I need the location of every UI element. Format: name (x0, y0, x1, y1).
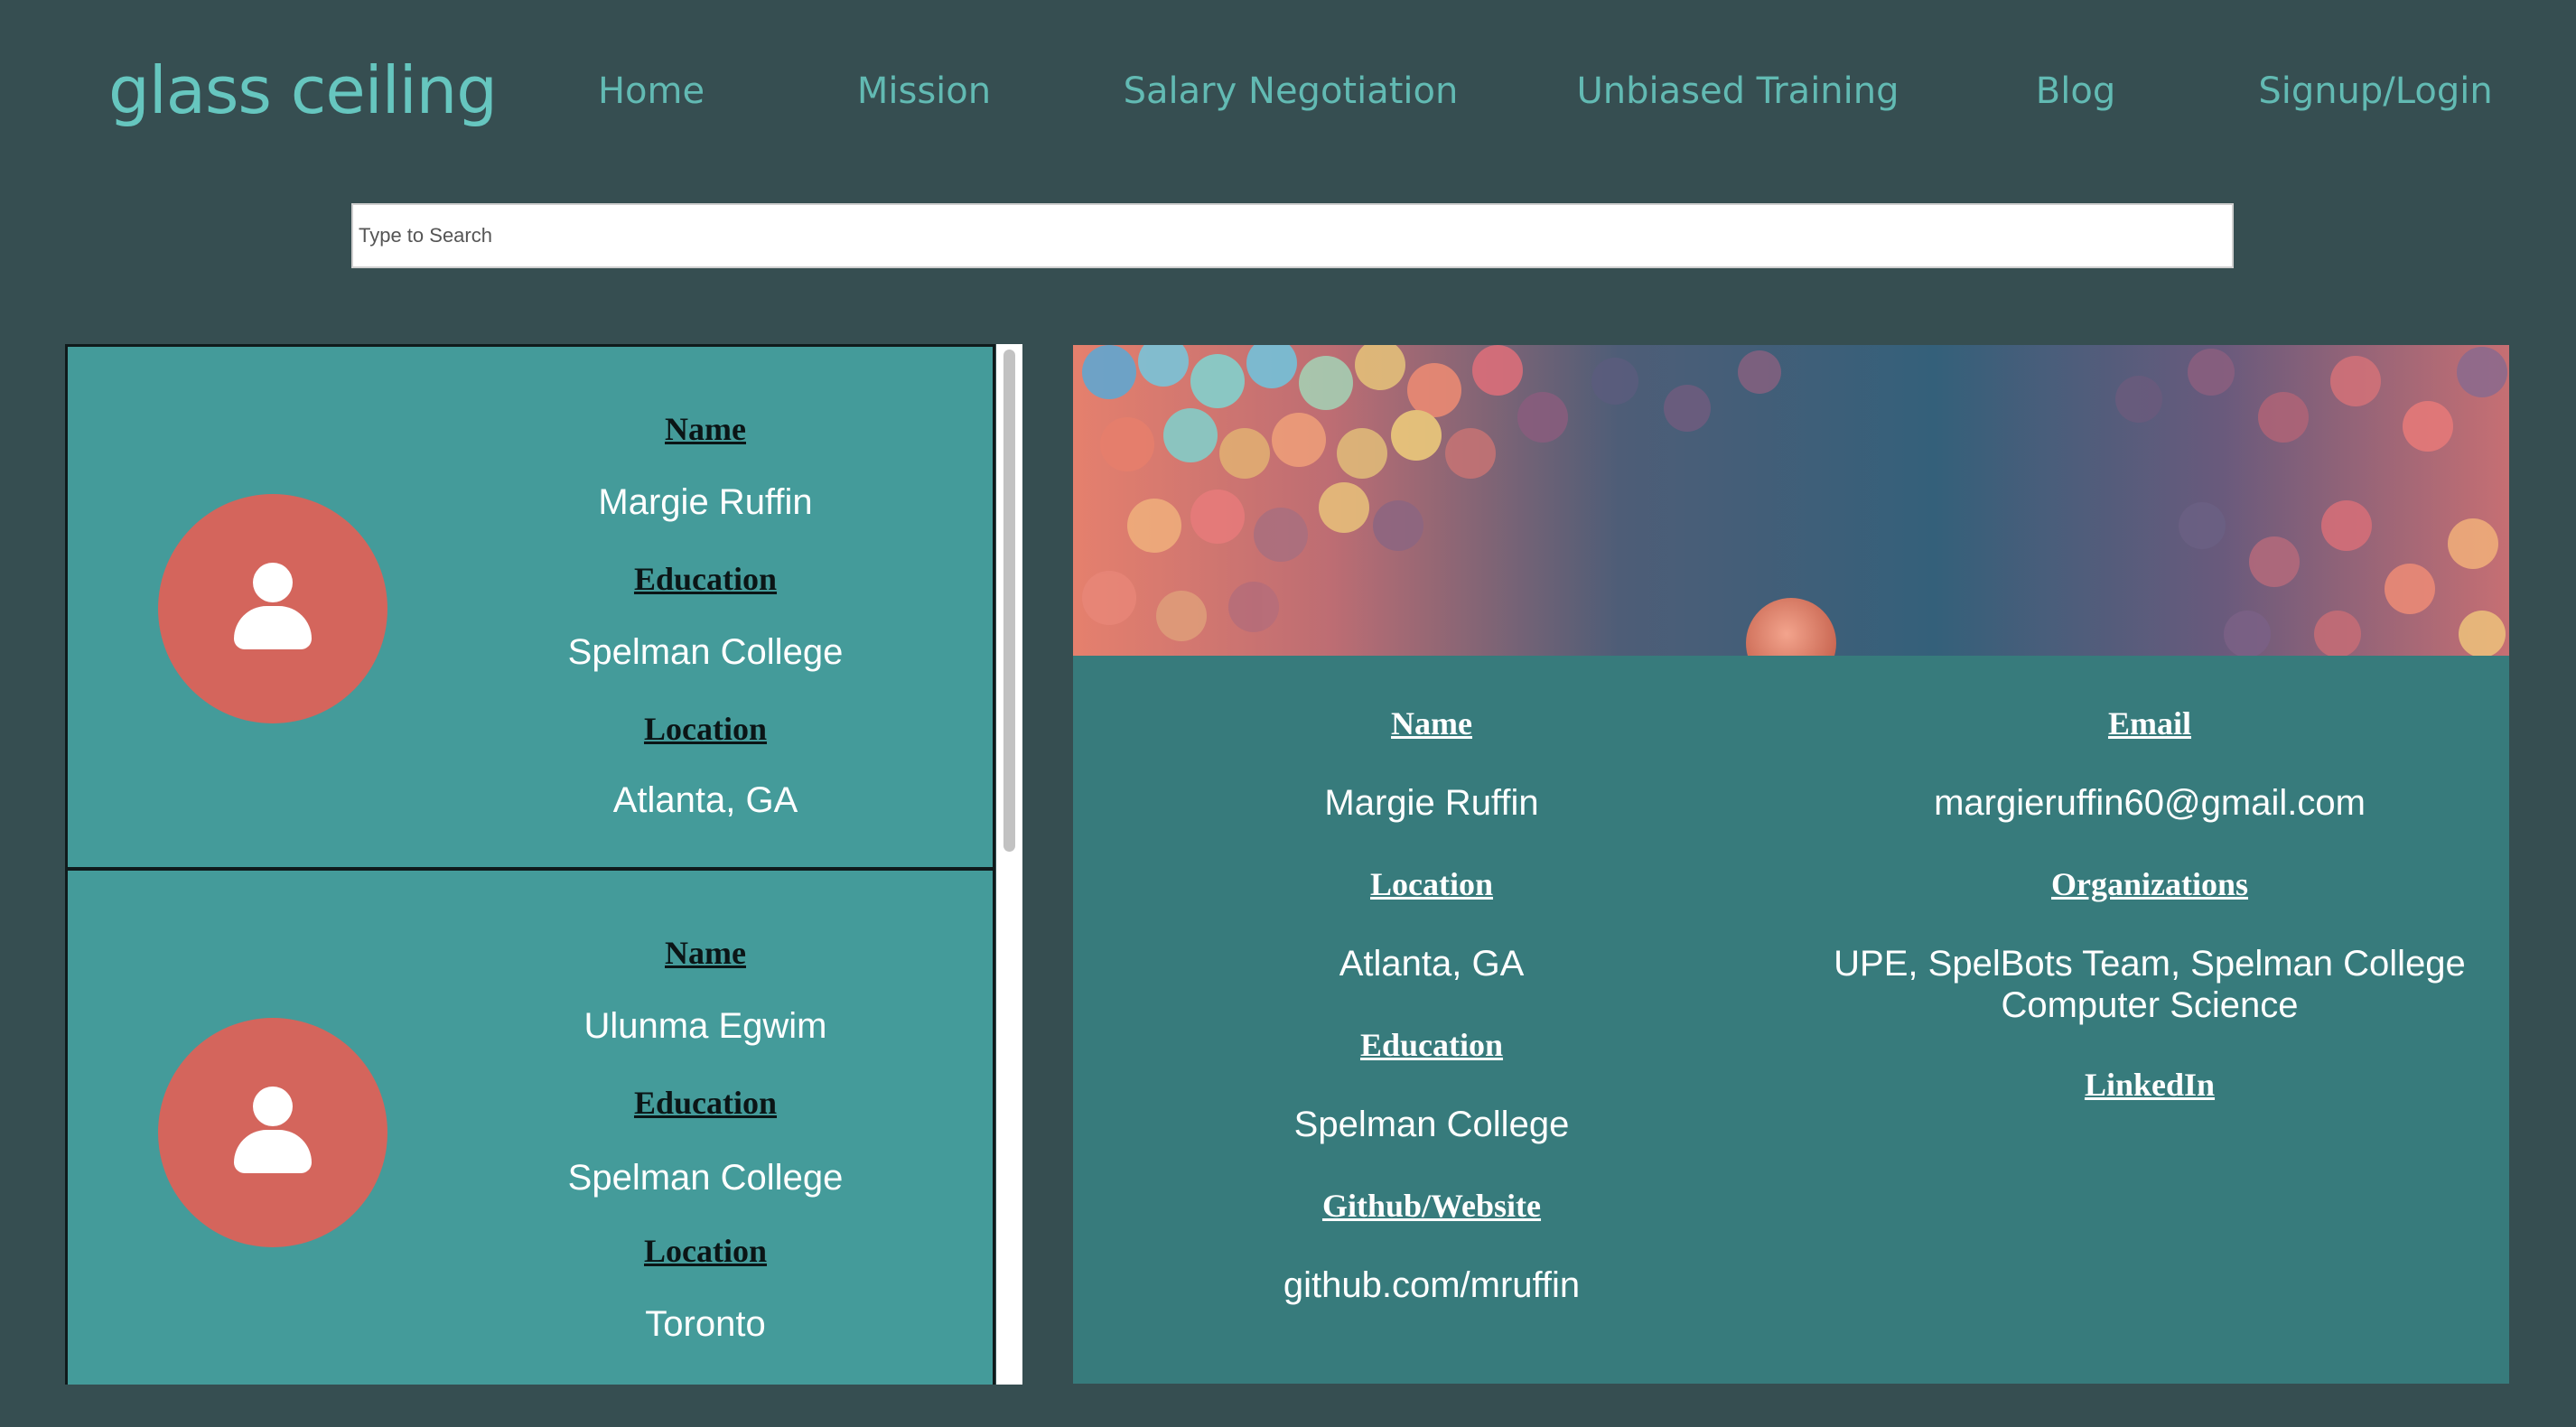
detail-name-label: Name (1391, 705, 1472, 741)
person-icon-head (253, 1087, 293, 1126)
card-education-label: Education (633, 561, 778, 597)
detail-email-value[interactable]: margieruffin60@gmail.com (1934, 782, 2366, 824)
nav-link-home[interactable]: Home (598, 70, 705, 112)
detail-email-label: Email (2107, 705, 2192, 741)
card-name-label: Name (665, 411, 746, 447)
avatar (158, 1018, 387, 1247)
profile-list-scrollbar[interactable] (996, 344, 1022, 1385)
person-icon-head (253, 563, 293, 602)
search-input[interactable] (351, 203, 2234, 268)
card-name-label: Name (665, 935, 746, 971)
nav-link-mission[interactable]: Mission (857, 70, 991, 112)
card-education-value: Spelman College (567, 632, 844, 672)
detail-name-value: Margie Ruffin (1324, 783, 1539, 823)
profile-card[interactable]: Name Ulunma Egwim Education Spelman Coll… (65, 868, 995, 1385)
linkedin-link[interactable]: LinkedIn (2085, 1066, 2215, 1104)
detail-education-label: Education (1359, 1027, 1504, 1063)
nav-link-unbiased-training[interactable]: Unbiased Training (1576, 70, 1899, 112)
site-logo[interactable]: glass ceiling (108, 52, 498, 128)
nav-link-signup-login[interactable]: Signup/Login (2258, 70, 2492, 112)
avatar (158, 494, 387, 723)
detail-location-label: Location (1369, 866, 1494, 902)
card-name-value: Margie Ruffin (598, 482, 813, 522)
detail-organizations-label: Organizations (2050, 866, 2249, 902)
person-icon-body (234, 1130, 312, 1173)
card-location-value: Toronto (645, 1304, 766, 1344)
person-icon-body (234, 606, 312, 649)
scrollbar-thumb[interactable] (1003, 350, 1015, 852)
detail-education-value: Spelman College (1293, 1105, 1570, 1144)
nav-link-salary-negotiation[interactable]: Salary Negotiation (1124, 70, 1459, 112)
detail-location-value: Atlanta, GA (1339, 944, 1525, 984)
detail-github-value[interactable]: github.com/mruffin (1283, 1264, 1580, 1306)
card-location-label: Location (643, 1233, 768, 1269)
card-location-value: Atlanta, GA (612, 780, 798, 820)
profile-banner-image (1073, 345, 2509, 656)
nav-link-blog[interactable]: Blog (2036, 70, 2115, 112)
profile-list[interactable]: Name Margie Ruffin Education Spelman Col… (65, 344, 1022, 1385)
profile-detail-panel: Name Margie Ruffin Location Atlanta, GA … (1073, 345, 2509, 1384)
card-education-value: Spelman College (567, 1158, 844, 1198)
detail-github-label: Github/Website (1321, 1188, 1542, 1224)
card-education-label: Education (633, 1085, 778, 1121)
card-location-label: Location (643, 711, 768, 747)
profile-card[interactable]: Name Margie Ruffin Education Spelman Col… (65, 344, 995, 870)
detail-organizations-value: UPE, SpelBots Team, Spelman College Comp… (1834, 944, 2466, 1025)
card-name-value: Ulunma Egwim (583, 1006, 827, 1046)
